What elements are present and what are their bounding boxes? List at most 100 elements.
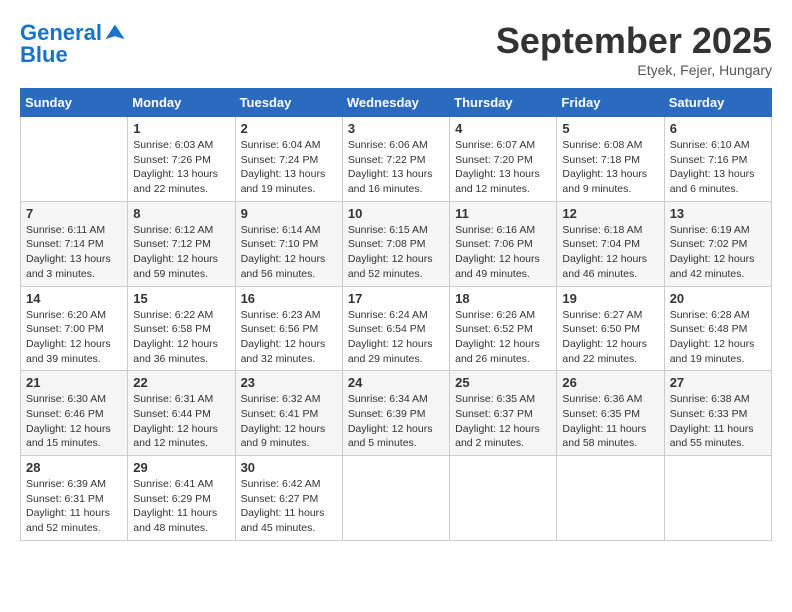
calendar-cell: 20 Sunrise: 6:28 AMSunset: 6:48 PMDaylig… [664,286,771,371]
calendar-cell [557,456,664,541]
calendar-table: SundayMondayTuesdayWednesdayThursdayFrid… [20,88,772,541]
day-info: Sunrise: 6:08 AMSunset: 7:18 PMDaylight:… [562,138,658,197]
day-number: 14 [26,291,122,306]
day-number: 13 [670,206,766,221]
calendar-cell: 26 Sunrise: 6:36 AMSunset: 6:35 PMDaylig… [557,371,664,456]
day-number: 11 [455,206,551,221]
calendar-cell: 17 Sunrise: 6:24 AMSunset: 6:54 PMDaylig… [342,286,449,371]
calendar-cell [342,456,449,541]
month-title: September 2025 [496,20,772,62]
calendar-cell: 2 Sunrise: 6:04 AMSunset: 7:24 PMDayligh… [235,117,342,202]
day-info: Sunrise: 6:34 AMSunset: 6:39 PMDaylight:… [348,392,444,451]
day-number: 21 [26,375,122,390]
calendar-cell: 27 Sunrise: 6:38 AMSunset: 6:33 PMDaylig… [664,371,771,456]
day-info: Sunrise: 6:11 AMSunset: 7:14 PMDaylight:… [26,223,122,282]
calendar-cell [21,117,128,202]
day-info: Sunrise: 6:22 AMSunset: 6:58 PMDaylight:… [133,308,229,367]
col-header-saturday: Saturday [664,89,771,117]
calendar-cell: 13 Sunrise: 6:19 AMSunset: 7:02 PMDaylig… [664,201,771,286]
day-info: Sunrise: 6:38 AMSunset: 6:33 PMDaylight:… [670,392,766,451]
day-info: Sunrise: 6:06 AMSunset: 7:22 PMDaylight:… [348,138,444,197]
day-info: Sunrise: 6:23 AMSunset: 6:56 PMDaylight:… [241,308,337,367]
calendar-cell: 25 Sunrise: 6:35 AMSunset: 6:37 PMDaylig… [450,371,557,456]
calendar-cell: 3 Sunrise: 6:06 AMSunset: 7:22 PMDayligh… [342,117,449,202]
day-number: 26 [562,375,658,390]
calendar-cell: 14 Sunrise: 6:20 AMSunset: 7:00 PMDaylig… [21,286,128,371]
day-info: Sunrise: 6:31 AMSunset: 6:44 PMDaylight:… [133,392,229,451]
calendar-cell: 7 Sunrise: 6:11 AMSunset: 7:14 PMDayligh… [21,201,128,286]
col-header-monday: Monday [128,89,235,117]
day-number: 1 [133,121,229,136]
calendar-cell: 12 Sunrise: 6:18 AMSunset: 7:04 PMDaylig… [557,201,664,286]
day-info: Sunrise: 6:16 AMSunset: 7:06 PMDaylight:… [455,223,551,282]
day-number: 18 [455,291,551,306]
day-info: Sunrise: 6:42 AMSunset: 6:27 PMDaylight:… [241,477,337,536]
calendar-cell: 15 Sunrise: 6:22 AMSunset: 6:58 PMDaylig… [128,286,235,371]
day-number: 3 [348,121,444,136]
day-number: 7 [26,206,122,221]
day-info: Sunrise: 6:26 AMSunset: 6:52 PMDaylight:… [455,308,551,367]
day-number: 16 [241,291,337,306]
calendar-cell: 29 Sunrise: 6:41 AMSunset: 6:29 PMDaylig… [128,456,235,541]
day-info: Sunrise: 6:32 AMSunset: 6:41 PMDaylight:… [241,392,337,451]
day-info: Sunrise: 6:18 AMSunset: 7:04 PMDaylight:… [562,223,658,282]
day-info: Sunrise: 6:35 AMSunset: 6:37 PMDaylight:… [455,392,551,451]
location: Etyek, Fejer, Hungary [496,62,772,78]
calendar-cell: 23 Sunrise: 6:32 AMSunset: 6:41 PMDaylig… [235,371,342,456]
calendar-cell [450,456,557,541]
day-info: Sunrise: 6:30 AMSunset: 6:46 PMDaylight:… [26,392,122,451]
calendar-cell: 24 Sunrise: 6:34 AMSunset: 6:39 PMDaylig… [342,371,449,456]
col-header-friday: Friday [557,89,664,117]
logo-icon [104,23,126,45]
calendar-cell: 6 Sunrise: 6:10 AMSunset: 7:16 PMDayligh… [664,117,771,202]
day-info: Sunrise: 6:24 AMSunset: 6:54 PMDaylight:… [348,308,444,367]
calendar-cell: 21 Sunrise: 6:30 AMSunset: 6:46 PMDaylig… [21,371,128,456]
day-number: 5 [562,121,658,136]
day-number: 30 [241,460,337,475]
day-info: Sunrise: 6:10 AMSunset: 7:16 PMDaylight:… [670,138,766,197]
calendar-cell: 4 Sunrise: 6:07 AMSunset: 7:20 PMDayligh… [450,117,557,202]
day-info: Sunrise: 6:28 AMSunset: 6:48 PMDaylight:… [670,308,766,367]
day-info: Sunrise: 6:39 AMSunset: 6:31 PMDaylight:… [26,477,122,536]
col-header-wednesday: Wednesday [342,89,449,117]
calendar-cell: 18 Sunrise: 6:26 AMSunset: 6:52 PMDaylig… [450,286,557,371]
day-info: Sunrise: 6:20 AMSunset: 7:00 PMDaylight:… [26,308,122,367]
day-number: 17 [348,291,444,306]
day-info: Sunrise: 6:27 AMSunset: 6:50 PMDaylight:… [562,308,658,367]
day-number: 19 [562,291,658,306]
day-number: 24 [348,375,444,390]
day-number: 9 [241,206,337,221]
calendar-cell [664,456,771,541]
day-number: 22 [133,375,229,390]
day-number: 25 [455,375,551,390]
day-info: Sunrise: 6:07 AMSunset: 7:20 PMDaylight:… [455,138,551,197]
calendar-cell: 22 Sunrise: 6:31 AMSunset: 6:44 PMDaylig… [128,371,235,456]
day-info: Sunrise: 6:19 AMSunset: 7:02 PMDaylight:… [670,223,766,282]
calendar-cell: 9 Sunrise: 6:14 AMSunset: 7:10 PMDayligh… [235,201,342,286]
page-header: General Blue September 2025 Etyek, Fejer… [20,20,772,78]
day-number: 23 [241,375,337,390]
calendar-cell: 5 Sunrise: 6:08 AMSunset: 7:18 PMDayligh… [557,117,664,202]
calendar-cell: 11 Sunrise: 6:16 AMSunset: 7:06 PMDaylig… [450,201,557,286]
day-number: 28 [26,460,122,475]
calendar-cell: 8 Sunrise: 6:12 AMSunset: 7:12 PMDayligh… [128,201,235,286]
day-number: 2 [241,121,337,136]
day-number: 15 [133,291,229,306]
calendar-cell: 16 Sunrise: 6:23 AMSunset: 6:56 PMDaylig… [235,286,342,371]
col-header-tuesday: Tuesday [235,89,342,117]
calendar-cell: 10 Sunrise: 6:15 AMSunset: 7:08 PMDaylig… [342,201,449,286]
col-header-sunday: Sunday [21,89,128,117]
calendar-cell: 28 Sunrise: 6:39 AMSunset: 6:31 PMDaylig… [21,456,128,541]
day-number: 4 [455,121,551,136]
day-number: 27 [670,375,766,390]
day-number: 12 [562,206,658,221]
calendar-cell: 19 Sunrise: 6:27 AMSunset: 6:50 PMDaylig… [557,286,664,371]
day-info: Sunrise: 6:12 AMSunset: 7:12 PMDaylight:… [133,223,229,282]
day-number: 10 [348,206,444,221]
day-info: Sunrise: 6:14 AMSunset: 7:10 PMDaylight:… [241,223,337,282]
day-number: 29 [133,460,229,475]
logo: General Blue [20,20,126,68]
day-info: Sunrise: 6:36 AMSunset: 6:35 PMDaylight:… [562,392,658,451]
day-info: Sunrise: 6:15 AMSunset: 7:08 PMDaylight:… [348,223,444,282]
title-section: September 2025 Etyek, Fejer, Hungary [496,20,772,78]
